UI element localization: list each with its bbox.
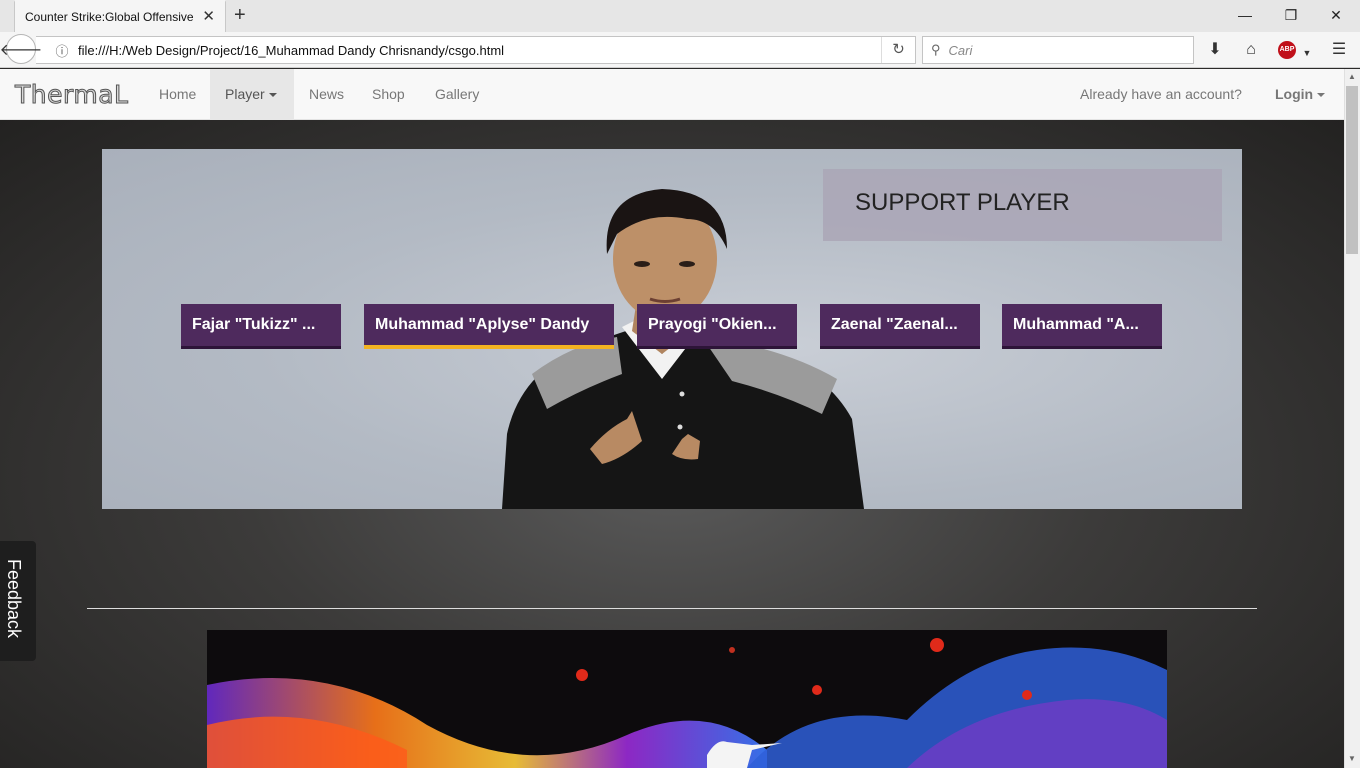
chevron-down-icon[interactable]: ▼: [1296, 43, 1318, 63]
nav-news[interactable]: News: [294, 69, 359, 120]
caption-title: SUPPORT PLAYER: [855, 189, 1070, 216]
feedback-label: Feedback: [4, 559, 24, 639]
adblock-icon[interactable]: ABP: [1278, 41, 1296, 59]
url-text[interactable]: file:///H:/Web Design/Project/16_Muhamma…: [78, 43, 504, 58]
player-button-1[interactable]: Fajar "Tukizz" ...: [181, 304, 341, 349]
login-dropdown[interactable]: Login: [1260, 69, 1340, 120]
restore-icon[interactable]: ❐: [1281, 5, 1301, 25]
scrollbar-thumb[interactable]: [1346, 86, 1358, 254]
close-window-icon[interactable]: ✕: [1326, 5, 1346, 25]
home-icon[interactable]: ⌂: [1240, 40, 1262, 60]
download-icon[interactable]: ⬇: [1204, 40, 1226, 60]
banner-art: [207, 638, 1167, 768]
minimize-icon[interactable]: —: [1235, 5, 1255, 25]
search-placeholder: Cari: [948, 42, 973, 58]
search-icon: ⚲: [931, 42, 941, 57]
nav-player-dropdown[interactable]: Player: [210, 69, 294, 120]
caret-down-icon: [268, 93, 277, 98]
close-tab-icon[interactable]: ✕: [202, 9, 215, 24]
divider: [87, 608, 1257, 609]
site-navbar: ThermaL Home Player News Shop Gallery Al…: [0, 69, 1344, 120]
player-button-4[interactable]: Zaenal "Zaenal...: [820, 304, 980, 349]
brand-logo[interactable]: ThermaL: [14, 80, 128, 110]
browser-toolbar: ⓘ file:///H:/Web Design/Project/16_Muham…: [0, 32, 1360, 68]
nav-gallery[interactable]: Gallery: [420, 69, 494, 120]
player-button-2[interactable]: Muhammad "Aplyse" Dandy: [364, 304, 614, 349]
nav-player-label: Player: [225, 86, 265, 102]
nav-home[interactable]: Home: [144, 69, 211, 120]
tab-title: Counter Strike:Global Offensive: [25, 10, 194, 24]
reload-icon[interactable]: ↻: [881, 37, 915, 63]
browser-tab-bar: Counter Strike:Global Offensive ✕ + — ❐ …: [0, 0, 1360, 32]
login-label: Login: [1275, 86, 1314, 102]
back-arrow-icon[interactable]: 🡐: [0, 34, 42, 64]
player-button-5[interactable]: Muhammad "A...: [1002, 304, 1162, 349]
scroll-down-icon[interactable]: ▼: [1347, 754, 1357, 763]
scroll-up-icon[interactable]: ▲: [1347, 72, 1357, 81]
menu-icon[interactable]: ☰: [1328, 40, 1350, 60]
url-bar[interactable]: ⓘ file:///H:/Web Design/Project/16_Muham…: [36, 36, 916, 64]
account-prompt: Already have an account?: [1080, 86, 1242, 102]
nav-shop[interactable]: Shop: [357, 69, 420, 120]
csgo-banner-image: [207, 630, 1167, 768]
new-tab-icon[interactable]: +: [234, 5, 246, 25]
caption-box: SUPPORT PLAYER: [823, 169, 1222, 241]
player-button-3[interactable]: Prayogi "Okien...: [637, 304, 797, 349]
info-icon[interactable]: ⓘ: [48, 41, 76, 60]
feedback-tab[interactable]: Feedback: [0, 541, 36, 661]
abp-label: ABP: [1279, 46, 1295, 53]
browser-tab[interactable]: Counter Strike:Global Offensive ✕: [14, 0, 226, 32]
search-input[interactable]: ⚲ Cari: [922, 36, 1194, 64]
caret-down-icon: [1317, 93, 1326, 98]
